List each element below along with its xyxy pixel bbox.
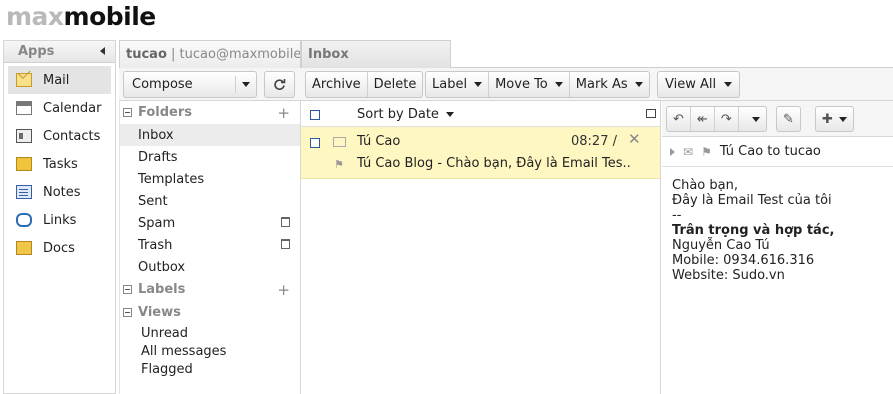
message-row[interactable]: Tú Cao 08:27 / ✕ ⚑ Tú Cao Blog - Chào bạ…	[301, 127, 660, 179]
folder-templates[interactable]: Templates	[120, 168, 300, 190]
compose-button[interactable]: Compose	[123, 71, 257, 98]
apps-panel: Apps Mail Calendar Contacts Tasks Notes …	[3, 40, 116, 394]
collapse-arrow-icon[interactable]	[100, 47, 105, 55]
chevron-down-icon	[474, 82, 483, 87]
sort-by-dropdown[interactable]: Sort by Date	[357, 107, 454, 122]
labels-section-header[interactable]: Labels +	[120, 278, 300, 301]
folder-sent[interactable]: Sent	[120, 190, 300, 212]
envelope-icon	[333, 137, 346, 147]
message-body: Chào bạn, Đây là Email Test của tôi -- T…	[672, 178, 835, 283]
app-item-links[interactable]: Links	[4, 206, 115, 234]
envelope-icon: ✉	[683, 144, 694, 159]
forward-button[interactable]: ↷	[715, 107, 739, 131]
app-item-docs[interactable]: Docs	[4, 234, 115, 262]
folders-panel: Folders + Inbox Drafts Templates Sent Spa…	[119, 101, 301, 394]
app-item-notes[interactable]: Notes	[4, 178, 115, 206]
chevron-down-icon	[838, 116, 847, 122]
links-icon	[16, 213, 32, 227]
view-all-messages[interactable]: All messages	[120, 342, 300, 360]
label-dropdown[interactable]: Label	[426, 72, 490, 97]
tab-inbox[interactable]: Inbox	[301, 40, 451, 68]
trash-icon[interactable]	[281, 239, 290, 249]
message-checkbox[interactable]	[310, 138, 320, 148]
expand-arrow-icon[interactable]	[670, 147, 675, 156]
folders-section-header[interactable]: Folders +	[120, 101, 300, 124]
chevron-down-icon	[554, 82, 563, 87]
message-list-header: Sort by Date	[301, 101, 660, 127]
view-unread[interactable]: Unread	[120, 324, 300, 342]
forward-icon: ↷	[720, 111, 732, 127]
collapse-icon[interactable]	[123, 308, 132, 317]
plus-icon[interactable]: ✚	[816, 107, 853, 131]
reply-all-icon: ↞	[696, 111, 708, 127]
reply-icon: ↶	[673, 111, 684, 127]
docs-icon	[16, 241, 32, 255]
chevron-down-icon	[445, 112, 454, 117]
archive-delete-group: Archive Delete	[305, 71, 424, 98]
add-label-icon[interactable]: +	[277, 281, 290, 299]
collapse-icon[interactable]	[123, 108, 132, 117]
app-item-mail[interactable]: Mail	[8, 66, 111, 94]
chevron-down-icon[interactable]	[242, 82, 250, 87]
calendar-icon	[16, 101, 32, 115]
add-folder-icon[interactable]: +	[277, 104, 290, 122]
reply-group: ↶ ↞ ↷	[666, 106, 767, 132]
tab-account[interactable]: tucao | tucao@maxmobile....	[119, 40, 301, 68]
message-subject: Tú Cao Blog - Chào bạn, Đây là Email Tes…	[357, 156, 631, 171]
edit-button[interactable]: ✎	[776, 106, 801, 132]
select-all-checkbox[interactable]	[310, 110, 320, 120]
app-item-calendar[interactable]: Calendar	[4, 94, 115, 122]
contacts-icon	[16, 129, 32, 143]
reply-button[interactable]: ↶	[667, 107, 691, 131]
notes-icon	[16, 185, 32, 199]
reading-pane: ↶ ↞ ↷ ✎ ✚ ✉ ⚑ Tú Cao to tucao Chào bạn, …	[662, 101, 893, 394]
flag-icon[interactable]: ⚑	[334, 158, 344, 171]
view-all-dropdown[interactable]: View All	[657, 71, 741, 98]
mail-icon	[16, 73, 32, 87]
folder-inbox[interactable]: Inbox	[120, 124, 300, 146]
tab-bar: tucao | tucao@maxmobile.... Inbox	[119, 40, 893, 68]
reply-options-dropdown[interactable]	[739, 107, 766, 131]
flag-icon[interactable]: ⚑	[701, 145, 712, 159]
apps-title: Apps	[18, 44, 55, 59]
chevron-down-icon	[751, 116, 760, 122]
reader-toolbar: ↶ ↞ ↷ ✎ ✚	[662, 101, 893, 137]
chevron-down-icon	[634, 82, 643, 87]
app-item-contacts[interactable]: Contacts	[4, 122, 115, 150]
collapse-icon[interactable]	[123, 285, 132, 294]
more-actions-dropdown[interactable]: ✚	[815, 106, 854, 132]
mark-as-dropdown[interactable]: Mark As	[570, 72, 649, 97]
edit-icon[interactable]: ✎	[777, 107, 800, 131]
message-header-text: Tú Cao to tucao	[719, 144, 821, 159]
column-picker-icon[interactable]	[646, 109, 656, 118]
folder-outbox[interactable]: Outbox	[120, 256, 300, 278]
message-time: 08:27 /	[571, 134, 617, 149]
message-header[interactable]: ✉ ⚑ Tú Cao to tucao	[662, 137, 893, 167]
folder-spam[interactable]: Spam	[120, 212, 300, 234]
folder-drafts[interactable]: Drafts	[120, 146, 300, 168]
maxmobile-logo: maxmobile	[6, 2, 156, 31]
move-to-dropdown[interactable]: Move To	[489, 72, 570, 97]
folder-trash[interactable]: Trash	[120, 234, 300, 256]
views-section-header[interactable]: Views	[120, 301, 300, 324]
refresh-icon	[274, 79, 286, 90]
message-list: Sort by Date Tú Cao 08:27 / ✕ ⚑ Tú Cao B…	[301, 101, 661, 394]
trash-icon[interactable]	[281, 217, 290, 227]
refresh-button[interactable]	[264, 71, 295, 98]
archive-button[interactable]: Archive	[306, 72, 368, 97]
view-flagged[interactable]: Flagged	[120, 360, 300, 378]
message-from: Tú Cao	[357, 134, 401, 149]
reply-all-button[interactable]: ↞	[691, 107, 715, 131]
apps-header: Apps	[4, 41, 115, 63]
delete-button[interactable]: Delete	[368, 72, 423, 97]
close-icon[interactable]: ✕	[628, 130, 641, 148]
tasks-icon	[16, 157, 32, 171]
label-move-mark-group: Label Move To Mark As	[425, 71, 650, 98]
app-item-tasks[interactable]: Tasks	[4, 150, 115, 178]
mail-toolbar: Compose Archive Delete Label Move To Mar…	[119, 68, 893, 101]
chevron-down-icon	[724, 82, 733, 87]
